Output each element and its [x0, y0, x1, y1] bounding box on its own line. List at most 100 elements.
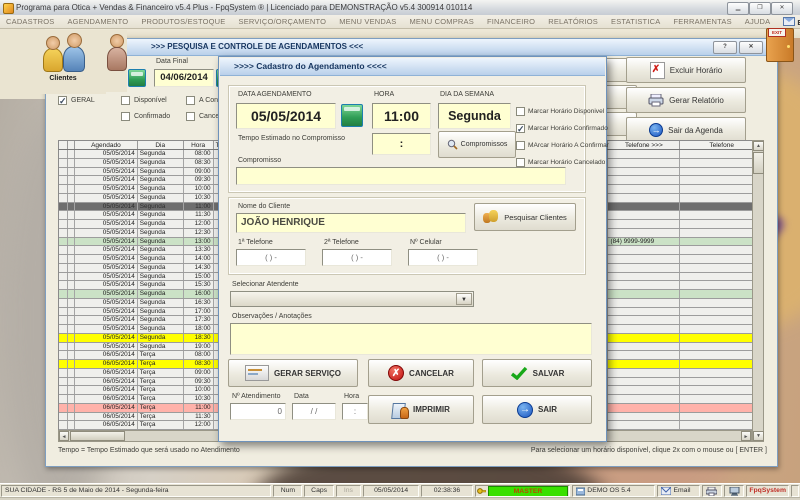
cell-agendado: 05/05/2014: [75, 333, 138, 342]
row-marker2: [68, 220, 75, 228]
tel2-field[interactable]: ( ) -: [322, 249, 392, 266]
hora-field[interactable]: 11:00: [372, 103, 431, 129]
celular-label: Nº Celular: [410, 239, 442, 246]
excluir-horario-button[interactable]: ✗ Excluir Horário: [626, 57, 746, 83]
marcar-aconfirmar-label: MArcar Horário A Confirmar: [528, 142, 609, 149]
pesquisar-clientes-button[interactable]: Pesquisar Clientes: [474, 203, 576, 231]
row-marker: [59, 281, 68, 289]
cell-dia: Terça: [138, 377, 184, 386]
celular-field[interactable]: ( ) -: [408, 249, 478, 266]
agenda-help-button[interactable]: ?: [713, 41, 737, 54]
atendente-label: Selecionar Atendente: [232, 281, 299, 288]
filter-geral-checkbox[interactable]: ✓: [58, 96, 67, 106]
restore-button[interactable]: ❐: [749, 2, 771, 15]
menu-produtos[interactable]: PRODUTOS/ESTOQUE: [141, 17, 225, 26]
salvar-button[interactable]: SALVAR: [482, 359, 592, 387]
marcar-disponivel-checkbox[interactable]: [516, 107, 525, 116]
atendente-select[interactable]: ▼: [230, 291, 474, 307]
filter-disponivel-checkbox[interactable]: [121, 96, 130, 105]
scroll-up-icon[interactable]: ▲: [753, 141, 764, 151]
cell-telefone1: [608, 421, 681, 429]
dia-semana-field[interactable]: Segunda: [438, 103, 511, 129]
scroll-right-icon[interactable]: ►: [741, 431, 751, 441]
close-button[interactable]: ✕: [771, 2, 793, 15]
marcar-aconfirmar-checkbox[interactable]: [516, 141, 525, 150]
marcar-cancelado-checkbox[interactable]: [516, 158, 525, 167]
agenda-close-button[interactable]: ✕: [739, 41, 763, 54]
data-inicial-calendar-button[interactable]: [128, 69, 146, 87]
cell-dia: Terça: [138, 395, 184, 403]
menu-relatorios[interactable]: RELATÓRIOS: [548, 17, 598, 26]
scroll-down-icon[interactable]: ▼: [753, 431, 764, 441]
menu-email[interactable]: E-MAIL: [783, 16, 800, 27]
row-marker: [59, 412, 68, 421]
cell-agendado: 05/05/2014: [75, 290, 138, 298]
vertical-scrollbar[interactable]: ▲ ▼: [752, 140, 764, 442]
cell-agendado: 05/05/2014: [75, 220, 138, 228]
cell-telefone2: [680, 273, 763, 281]
gerar-relatorio-button[interactable]: Gerar Relatório: [626, 87, 746, 113]
data-field[interactable]: / /: [292, 403, 336, 420]
menu-vendas[interactable]: MENU VENDAS: [339, 17, 396, 26]
filter-confirmado-checkbox[interactable]: [121, 112, 130, 121]
menu-cadastros[interactable]: CADASTROS: [6, 17, 54, 26]
observacoes-label: Observações / Anotações: [232, 313, 312, 320]
cell-dia: Terça: [138, 412, 184, 421]
print-icon: [391, 402, 410, 419]
imprimir-button[interactable]: IMPRIMIR: [368, 395, 474, 424]
vertical-scroll-thumb[interactable]: [753, 152, 764, 174]
tel1-field[interactable]: ( ) -: [236, 249, 306, 266]
menu-agendamento[interactable]: AGENDAMENTO: [67, 17, 128, 26]
email-icon: [661, 487, 672, 495]
dialog-calendar-button[interactable]: [341, 104, 363, 127]
gerar-servico-button[interactable]: GERAR SERVIÇO: [228, 359, 358, 387]
cell-agendado: 05/05/2014: [75, 228, 138, 237]
data-final-field[interactable]: 04/06/2014: [154, 69, 214, 87]
key-icon: [476, 487, 486, 494]
filter-aconfirmar-checkbox[interactable]: [186, 96, 195, 105]
data-agendamento-field[interactable]: 05/05/2014: [236, 103, 336, 129]
cell-dia: Segunda: [138, 228, 184, 237]
nome-cliente-field[interactable]: JOÃO HENRIQUE: [236, 213, 466, 233]
tempo-estimado-field[interactable]: :: [372, 133, 431, 155]
cell-hora: 17:30: [184, 316, 214, 324]
agenda-title: >>> PESQUISA E CONTROLE DE AGENDAMENTOS …: [151, 42, 364, 51]
menu-compras[interactable]: MENU COMPRAS: [409, 17, 474, 26]
row-marker2: [68, 333, 75, 342]
marcar-disponivel-label: Marcar Horário Disponivel: [528, 108, 605, 115]
toolbar-clientes-button[interactable]: Clientes: [20, 30, 106, 94]
marcar-confirmado-checkbox[interactable]: ✓: [516, 124, 525, 134]
menu-ajuda[interactable]: AJUDA: [745, 17, 771, 26]
cell-telefone1: [608, 150, 681, 158]
cell-telefone2: [680, 255, 763, 263]
cancelar-button[interactable]: ✗ CANCELAR: [368, 359, 474, 387]
sair-button[interactable]: → SAIR: [482, 395, 592, 424]
compromissos-button[interactable]: Compromissos: [438, 131, 516, 158]
dialog-title-bar[interactable]: >>>> Cadastro do Agendamento <<<<: [220, 58, 605, 76]
row-marker: [59, 220, 68, 228]
horizontal-scroll-thumb[interactable]: [70, 431, 125, 441]
cell-telefone2: [680, 159, 763, 167]
toolbar-exit-button[interactable]: EXIT: [766, 28, 794, 62]
hora2-field[interactable]: :: [342, 403, 368, 420]
menu-estatistica[interactable]: ESTATISTICA: [611, 17, 660, 26]
row-marker: [59, 360, 68, 368]
chevron-down-icon[interactable]: ▼: [456, 293, 472, 305]
observacoes-textarea[interactable]: [230, 323, 592, 355]
scroll-left-icon[interactable]: ◄: [59, 431, 69, 441]
minimize-button[interactable]: ▁: [727, 2, 749, 15]
toolbar-partial-icon[interactable]: [106, 30, 127, 92]
filter-cancelado-checkbox[interactable]: [186, 112, 195, 121]
cell-telefone1: [608, 158, 681, 167]
status-email[interactable]: Email: [657, 485, 701, 497]
row-marker: [59, 325, 68, 333]
status-network[interactable]: [723, 485, 745, 497]
num-atendimento-field[interactable]: 0: [230, 403, 286, 420]
compromisso-field[interactable]: [236, 167, 566, 185]
menu-ferramentas[interactable]: FERRAMENTAS: [673, 17, 731, 26]
cell-telefone1: [608, 412, 681, 421]
status-printer[interactable]: [702, 485, 722, 497]
menu-financeiro[interactable]: FINANCEIRO: [487, 17, 535, 26]
menu-servico[interactable]: SERVIÇO/ORÇAMENTO: [239, 17, 327, 26]
agenda-title-bar[interactable]: >>> PESQUISA E CONTROLE DE AGENDAMENTOS …: [46, 39, 777, 56]
